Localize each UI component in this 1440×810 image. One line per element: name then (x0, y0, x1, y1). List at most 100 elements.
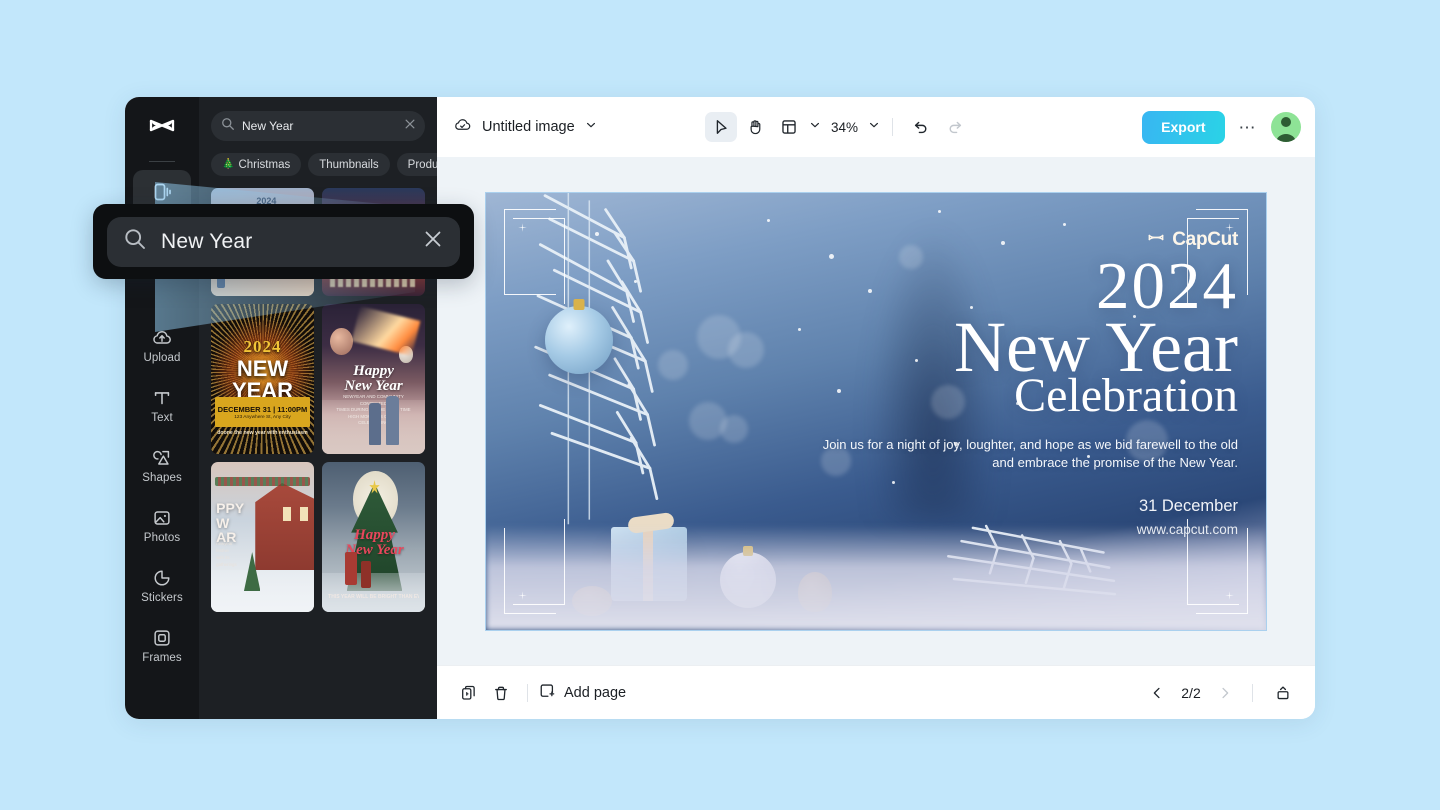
chevron-right-icon (1222, 687, 1229, 698)
chip-christmas[interactable]: 🎄 Christmas (211, 153, 302, 176)
bottom-toolbar-divider (1252, 683, 1253, 702)
sidebar-item-shapes[interactable]: Shapes (133, 438, 191, 492)
toolbar-divider (892, 118, 894, 136)
chip-products[interactable]: Produ (396, 153, 437, 176)
chevron-down-icon[interactable] (585, 118, 597, 136)
layout-chevron-down-icon[interactable] (809, 118, 821, 136)
add-page-icon (538, 682, 556, 704)
selected-page-frame[interactable]: CapCut 2024 New Year Celebration Join us… (485, 191, 1267, 631)
bokeh-circle (727, 332, 764, 369)
sidebar-item-frames[interactable]: Frames (133, 618, 191, 672)
zoom-chevron-down-icon[interactable] (868, 118, 880, 136)
sidebar-item-stickers[interactable]: Stickers (133, 558, 191, 612)
expand-panel-button[interactable] (1267, 678, 1299, 708)
rail-divider (149, 161, 175, 162)
poster-body: Join us for a night of joy, loughter, an… (822, 437, 1238, 470)
stickers-icon (151, 567, 173, 589)
poster-subhead: Celebration (1014, 369, 1238, 423)
bottom-toolbar: Add page 2/2 (437, 665, 1315, 719)
list-item[interactable]: 2024 NEWYEAR Party DECEMBER 31 | 11:00PM… (211, 304, 314, 454)
bokeh-circle (657, 349, 688, 380)
magnified-clear-icon[interactable] (422, 228, 444, 255)
thumb-title-main: NEW YEAR (231, 356, 294, 403)
sidebar-item-label: Stickers (141, 591, 183, 604)
magnified-search-value: New Year (161, 229, 253, 253)
cursor-arrow-icon (716, 120, 727, 134)
add-page-button[interactable]: Add page (538, 682, 626, 704)
export-button[interactable]: Export (1142, 110, 1225, 144)
cloud-saved-icon (453, 115, 472, 139)
search-input[interactable] (242, 119, 397, 133)
main-area: Untitled image 34% Export ⋯ CapCut 2024 … (437, 97, 1315, 719)
duplicate-page-button[interactable] (453, 678, 485, 708)
thumb-foot: THIS YEAR WILL BE BRIGHT THAN EVER (328, 594, 419, 600)
sparkle-icon (1223, 588, 1236, 602)
magnified-search-field[interactable]: New Year (107, 216, 460, 267)
avatar[interactable] (1271, 112, 1301, 142)
page-nav-group: 2/2 (1144, 678, 1299, 708)
search-clear-icon[interactable] (404, 117, 416, 135)
thumb-sub: DECEMBER 31 | 11:00PM (217, 404, 308, 414)
capcut-app-window: Upload Text Shapes Photos Stickers Frame… (125, 97, 1315, 719)
add-page-label: Add page (564, 684, 627, 701)
hand-tool-button[interactable] (739, 112, 771, 142)
redo-icon (949, 121, 962, 134)
document-title-chip[interactable]: Untitled image (453, 115, 597, 139)
snowflake (1000, 240, 1005, 245)
canvas-workspace: CapCut 2024 New Year Celebration Join us… (437, 157, 1315, 665)
chip-thumbnails[interactable]: Thumbnails (308, 153, 390, 176)
zoom-level-value[interactable]: 34% (831, 120, 858, 135)
list-item[interactable]: HappyNew Year NEWYEAR AND COMMUNITY CONT… (322, 304, 425, 454)
list-item[interactable]: PPY W AR newyear festive with its gatherings (211, 462, 314, 612)
capcut-logo-icon (1148, 234, 1164, 241)
next-page-button[interactable] (1212, 680, 1238, 706)
prev-page-button[interactable] (1144, 680, 1170, 706)
thumb-body: newyear festive with its gatherings (216, 541, 237, 568)
snowflake (766, 218, 770, 222)
topbar-right-group: Export ⋯ (1142, 110, 1301, 144)
list-item[interactable]: Happy New Year THIS YEAR WILL BE BRIGHT T… (322, 462, 425, 612)
more-horizontal-icon[interactable]: ⋯ (1239, 119, 1258, 136)
sidebar-item-label: Frames (142, 651, 182, 664)
poster-artwork[interactable]: CapCut 2024 New Year Celebration Join us… (486, 192, 1266, 630)
undo-button[interactable] (905, 112, 937, 142)
thumb-addr: 123 Anywhere St, Any City (234, 414, 291, 420)
shapes-icon (151, 447, 173, 469)
sparkle-icon (516, 220, 529, 234)
upload-cloud-icon (151, 327, 173, 349)
christmas-tree-icon: 🎄 (222, 159, 235, 170)
magnified-search-callout: New Year (93, 204, 474, 279)
frames-icon (151, 627, 173, 649)
layout-tool-button[interactable] (773, 112, 805, 142)
thumb-foot: doone the new year with enthusiasm (217, 430, 308, 436)
snow-ground (486, 524, 1266, 630)
page-indicator: 2/2 (1181, 684, 1201, 701)
left-nav-rail: Upload Text Shapes Photos Stickers Frame… (125, 97, 199, 719)
tool-group: 34% (705, 112, 971, 142)
category-chip-row: 🎄 Christmas Thumbnails Produ (211, 153, 437, 176)
capcut-logo[interactable] (140, 109, 184, 149)
text-icon (151, 387, 173, 409)
sidebar-item-upload[interactable]: Upload (133, 318, 191, 372)
capcut-logo-icon (149, 119, 175, 132)
sidebar-item-photos[interactable]: Photos (133, 498, 191, 552)
chip-label: Christmas (238, 158, 291, 171)
poster-brand-label: CapCut (1172, 228, 1238, 250)
snowflake (938, 209, 942, 213)
bottom-toolbar-divider (527, 683, 528, 702)
poster-url: www.capcut.com (1136, 522, 1238, 538)
search-box[interactable] (211, 111, 425, 141)
sidebar-item-text[interactable]: Text (133, 378, 191, 432)
select-tool-button[interactable] (705, 112, 737, 142)
snowflake (798, 327, 801, 331)
top-toolbar: Untitled image 34% Export ⋯ (437, 97, 1315, 157)
sidebar-item-label: Shapes (142, 471, 182, 484)
duplicate-page-icon (462, 685, 475, 700)
redo-button[interactable] (939, 112, 971, 142)
chip-label: Thumbnails (319, 158, 379, 171)
search-icon (221, 117, 235, 136)
undo-icon (914, 121, 927, 134)
delete-page-button[interactable] (485, 678, 517, 708)
layout-grid-icon (782, 120, 796, 134)
poster-text-block: 2024 New Year Celebration Join us for a … (808, 252, 1238, 538)
